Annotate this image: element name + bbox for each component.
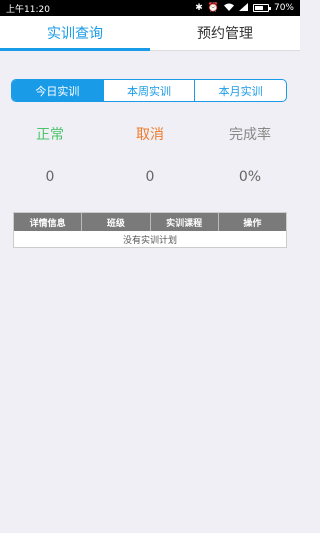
stat-normal-label: 正常 xyxy=(36,127,64,143)
signal-icon xyxy=(238,2,248,14)
table-header: 详情信息 班级 实训课程 操作 xyxy=(14,213,286,231)
training-table: 详情信息 班级 实训课程 操作 没有实训计划 xyxy=(13,212,287,248)
period-segmented-control: 今日实训 本周实训 本月实训 xyxy=(11,79,287,102)
tab-training-query[interactable]: 实训查询 xyxy=(0,16,150,51)
segment-this-week[interactable]: 本周实训 xyxy=(102,80,195,101)
column-header-class: 班级 xyxy=(81,213,149,231)
wifi-icon xyxy=(223,3,234,14)
bluetooth-icon: ✱ xyxy=(195,2,203,13)
status-bar: 上午11:20 ✱ ⏰ 70% xyxy=(0,0,300,16)
battery-percent: 70% xyxy=(273,3,294,13)
stats-panel: 正常 0 取消 0 完成率 0% xyxy=(0,125,300,185)
battery-icon xyxy=(252,4,271,12)
stat-cancel-label: 取消 xyxy=(136,127,164,143)
alarm-icon: ⏰ xyxy=(207,2,219,13)
stat-cancel: 取消 0 xyxy=(100,125,200,185)
stat-completion-rate: 完成率 0% xyxy=(200,125,300,185)
status-icons: ✱ ⏰ 70% xyxy=(195,2,294,14)
stat-normal: 正常 0 xyxy=(0,125,100,185)
top-tabs: 实训查询 预约管理 xyxy=(0,16,300,51)
column-header-details: 详情信息 xyxy=(29,218,66,229)
stat-completion-rate-value: 0% xyxy=(238,169,262,185)
segment-today[interactable]: 今日实训 xyxy=(12,80,103,101)
table-empty-message: 没有实训计划 xyxy=(14,231,286,247)
tab-booking-management[interactable]: 预约管理 xyxy=(150,16,300,50)
segment-this-month[interactable]: 本月实训 xyxy=(194,80,286,101)
stat-normal-value: 0 xyxy=(45,169,55,185)
stat-completion-rate-label: 完成率 xyxy=(229,127,271,143)
column-header-course: 实训课程 xyxy=(149,213,218,231)
status-time: 上午11:20 xyxy=(6,4,50,15)
column-header-action: 操作 xyxy=(217,213,286,231)
stat-cancel-value: 0 xyxy=(145,169,155,185)
